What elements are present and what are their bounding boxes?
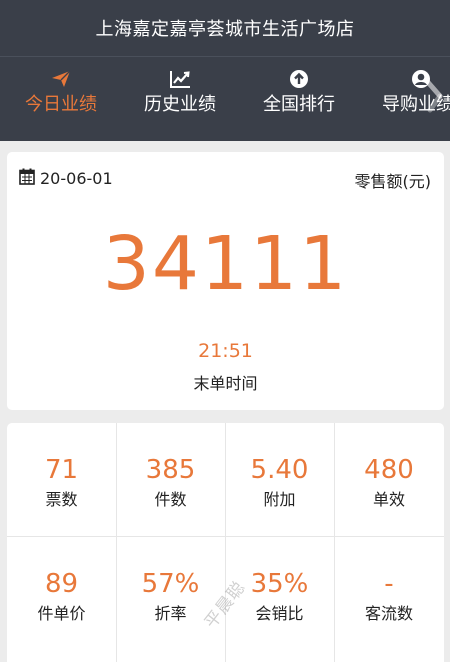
stat-label: 附加 [263,490,296,509]
stat-item-count: 385 件数 [116,423,225,536]
stat-label: 件数 [154,490,187,509]
date-row: 20-06-01 [19,168,113,188]
stat-value: 89 [44,569,79,599]
stat-label: 单效 [372,490,405,509]
retail-amount-unit-label: 零售额(元) [354,172,432,191]
stat-label: 票数 [45,490,78,509]
stat-discount-rate: 57% 折率 [116,537,225,650]
stat-customer-traffic: - 客流数 [334,537,444,650]
store-title: 上海嘉定嘉亭荟城市生活广场店 [95,19,355,40]
stat-value: 5.40 [250,455,309,485]
retail-amount-value: 34111 [102,221,349,307]
stat-value: 480 [364,455,414,485]
calendar-icon[interactable] [19,168,35,189]
tab-label: 历史业绩 [144,94,216,115]
stat-value: 385 [145,455,196,485]
selected-date[interactable]: 20-06-01 [40,169,113,188]
stat-value: 71 [44,455,79,485]
tab-history-performance[interactable]: 历史业绩 [139,57,221,141]
tab-today-performance[interactable]: 今日业绩 [20,57,102,141]
last-order-time: 21:51 [198,340,253,362]
stat-label: 会销比 [255,604,304,623]
tab-national-ranking[interactable]: 全国排行 [258,57,340,141]
stat-label: 客流数 [364,604,413,623]
stat-value: 57% [141,569,200,599]
paper-plane-icon [20,69,102,89]
app-header: 上海嘉定嘉亭荟城市生活广场店 今日业绩 历史业绩 全国排行 导购业绩 [0,0,450,141]
tab-bar: 今日业绩 历史业绩 全国排行 导购业绩 [0,57,450,141]
tab-label: 今日业绩 [25,94,97,115]
arrow-up-circle-icon [258,69,340,89]
stat-per-order-value: 480 单效 [334,423,444,536]
stats-grid-card: 71 票数 385 件数 5.40 附加 480 单效 89 件单价 57% 折… [7,423,444,662]
stat-label: 件单价 [37,604,86,623]
stat-value: - [384,569,394,599]
stat-unit-price: 89 件单价 [7,537,116,650]
tab-label: 全国排行 [263,94,335,115]
sales-summary-card: 20-06-01 零售额(元) 34111 21:51 末单时间 [7,152,444,410]
scroll-right-icon[interactable] [420,76,450,120]
stat-attach-rate: 5.40 附加 [225,423,334,536]
stat-ticket-count: 71 票数 [7,423,116,536]
line-chart-icon [139,69,221,89]
last-order-time-label: 末单时间 [193,374,258,393]
